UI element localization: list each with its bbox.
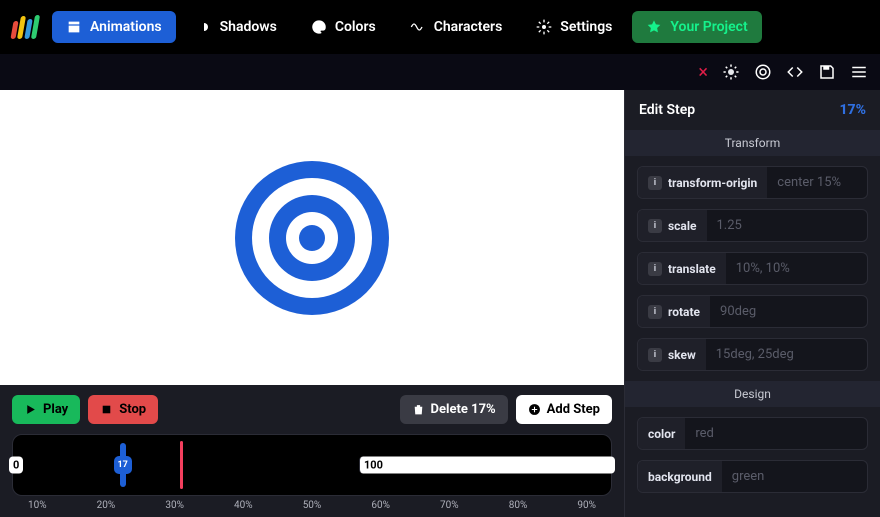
field-transform-origin: i transform-origin bbox=[637, 166, 868, 199]
tick: 40% bbox=[234, 500, 253, 511]
input-skew[interactable] bbox=[706, 339, 868, 370]
section-transform: Transform bbox=[625, 130, 880, 156]
panel-title: Edit Step bbox=[639, 102, 695, 118]
field-label: scale bbox=[668, 219, 697, 233]
top-nav: Animations Shadows Colors Characters Set… bbox=[0, 0, 880, 54]
timeline-ticks: 10% 20% 30% 40% 50% 60% 70% 80% 90% bbox=[12, 496, 612, 511]
field-background: background bbox=[637, 460, 868, 493]
gear-icon bbox=[536, 19, 552, 35]
input-background[interactable] bbox=[722, 461, 868, 492]
panel-percent: 17% bbox=[839, 102, 866, 118]
field-label: skew bbox=[668, 348, 696, 362]
input-transform-origin[interactable] bbox=[767, 167, 868, 198]
input-translate[interactable] bbox=[726, 253, 868, 284]
tick: 70% bbox=[440, 500, 459, 511]
menu-icon[interactable] bbox=[850, 63, 868, 81]
preview-shape bbox=[235, 161, 389, 315]
field-color: color bbox=[637, 417, 868, 450]
clapper-icon bbox=[66, 19, 82, 35]
delete-label: Delete 17% bbox=[431, 402, 496, 417]
input-color[interactable] bbox=[685, 418, 868, 449]
field-label: rotate bbox=[668, 305, 700, 319]
nav-characters[interactable]: Characters bbox=[396, 11, 517, 43]
code-icon[interactable] bbox=[786, 63, 804, 81]
star-icon bbox=[646, 19, 662, 35]
stop-button[interactable]: Stop bbox=[88, 395, 158, 424]
input-rotate[interactable] bbox=[710, 296, 868, 327]
info-icon[interactable]: i bbox=[648, 348, 662, 362]
info-icon[interactable]: i bbox=[648, 219, 662, 233]
add-label: Add Step bbox=[547, 402, 600, 417]
nav-label: Shadows bbox=[220, 19, 277, 35]
field-skew: iskew bbox=[637, 338, 868, 371]
plus-circle-icon bbox=[528, 403, 541, 416]
save-icon[interactable] bbox=[818, 63, 836, 81]
play-label: Play bbox=[43, 402, 68, 417]
tick: 90% bbox=[577, 500, 596, 511]
nav-label: Characters bbox=[434, 19, 503, 35]
tick: 80% bbox=[509, 500, 528, 511]
nav-label: Colors bbox=[335, 19, 376, 35]
nav-colors[interactable]: Colors bbox=[297, 11, 390, 43]
tick: 60% bbox=[371, 500, 390, 511]
section-design: Design bbox=[625, 381, 880, 407]
target-icon[interactable] bbox=[754, 63, 772, 81]
nav-label: Animations bbox=[90, 19, 162, 35]
info-icon[interactable]: i bbox=[648, 262, 662, 276]
close-icon[interactable]: × bbox=[698, 62, 708, 83]
field-rotate: irotate bbox=[637, 295, 868, 328]
timeline-end[interactable]: 100 bbox=[359, 457, 615, 474]
wave-icon bbox=[410, 19, 426, 35]
step-marker-label: 17 bbox=[114, 456, 132, 474]
left-column: Play Stop Delete 17% Add Step 0 17 bbox=[0, 90, 624, 517]
step-marker[interactable]: 17 bbox=[116, 443, 130, 487]
timeline: 0 17 100 10% 20% 30% 40% 50% 60% 70% 80%… bbox=[0, 428, 624, 517]
play-button[interactable]: Play bbox=[12, 395, 80, 424]
field-label: background bbox=[648, 470, 712, 484]
field-label: transform-origin bbox=[668, 176, 757, 190]
controls-bar: Play Stop Delete 17% Add Step bbox=[0, 385, 624, 428]
edit-step-panel: Edit Step 17% Transform i transform-origi… bbox=[624, 90, 880, 517]
nav-your-project[interactable]: Your Project bbox=[632, 11, 761, 43]
nav-animations[interactable]: Animations bbox=[52, 11, 176, 43]
palette-icon bbox=[311, 19, 327, 35]
timeline-track[interactable]: 0 17 100 bbox=[12, 434, 612, 496]
tick: 30% bbox=[165, 500, 184, 511]
tick: 50% bbox=[303, 500, 322, 511]
tick: 20% bbox=[97, 500, 116, 511]
field-scale: iscale bbox=[637, 209, 868, 242]
panel-header: Edit Step 17% bbox=[625, 90, 880, 130]
canvas bbox=[0, 90, 624, 385]
field-label: color bbox=[648, 427, 675, 441]
field-label: translate bbox=[668, 262, 716, 276]
nav-label: Your Project bbox=[670, 19, 747, 35]
nav-settings[interactable]: Settings bbox=[522, 11, 626, 43]
tick: 10% bbox=[28, 500, 47, 511]
play-icon bbox=[24, 403, 37, 416]
main-area: Play Stop Delete 17% Add Step 0 17 bbox=[0, 90, 880, 517]
nav-shadows[interactable]: Shadows bbox=[182, 11, 291, 43]
brightness-icon[interactable] bbox=[722, 63, 740, 81]
field-translate: i translate bbox=[637, 252, 868, 285]
input-scale[interactable] bbox=[707, 210, 869, 241]
info-icon[interactable]: i bbox=[648, 305, 662, 319]
delete-step-button[interactable]: Delete 17% bbox=[400, 395, 508, 424]
add-step-button[interactable]: Add Step bbox=[516, 395, 612, 424]
action-bar: × bbox=[0, 54, 880, 90]
moon-sun-icon bbox=[196, 19, 212, 35]
timeline-start[interactable]: 0 bbox=[9, 457, 23, 474]
nav-label: Settings bbox=[560, 19, 612, 35]
playhead[interactable] bbox=[180, 441, 183, 489]
logo bbox=[12, 15, 38, 39]
trash-icon bbox=[412, 403, 425, 416]
stop-label: Stop bbox=[119, 402, 146, 417]
stop-icon bbox=[100, 403, 113, 416]
info-icon[interactable]: i bbox=[648, 176, 662, 190]
